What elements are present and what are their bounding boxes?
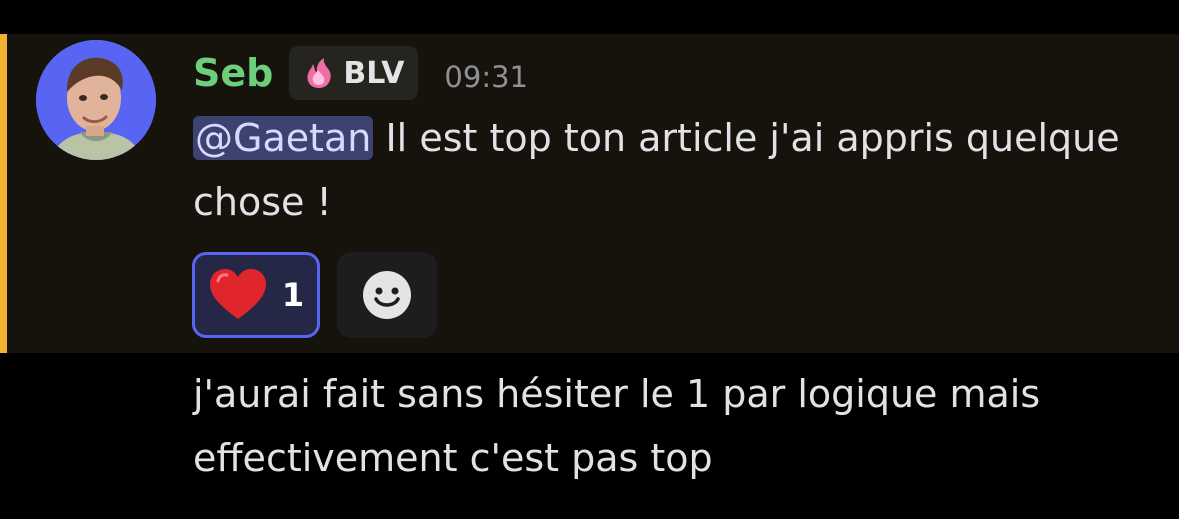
username[interactable]: Seb: [193, 46, 273, 100]
add-reaction-button[interactable]: [337, 252, 437, 338]
reaction-heart-button[interactable]: 1: [192, 252, 320, 338]
smiley-face-icon: [363, 271, 411, 319]
mention-highlight-bar: [0, 34, 7, 353]
server-tag-label: BLV: [343, 55, 405, 91]
avatar[interactable]: [36, 40, 156, 160]
reaction-count: 1: [281, 276, 305, 314]
message-timestamp[interactable]: 09:31: [444, 50, 528, 104]
red-heart-icon: [209, 269, 266, 319]
pink-flame-icon: [307, 58, 332, 88]
server-tag-badge[interactable]: BLV: [289, 46, 419, 100]
avatar-photo: [36, 40, 156, 160]
message-content: @Gaetan Il est top ton article j'ai appr…: [193, 106, 1133, 234]
user-mention[interactable]: @Gaetan: [193, 116, 374, 160]
next-message-text: j'aurai fait sans hésiter le 1 par logiq…: [193, 372, 1041, 480]
message-header: Seb BLV 09:31: [193, 46, 528, 100]
